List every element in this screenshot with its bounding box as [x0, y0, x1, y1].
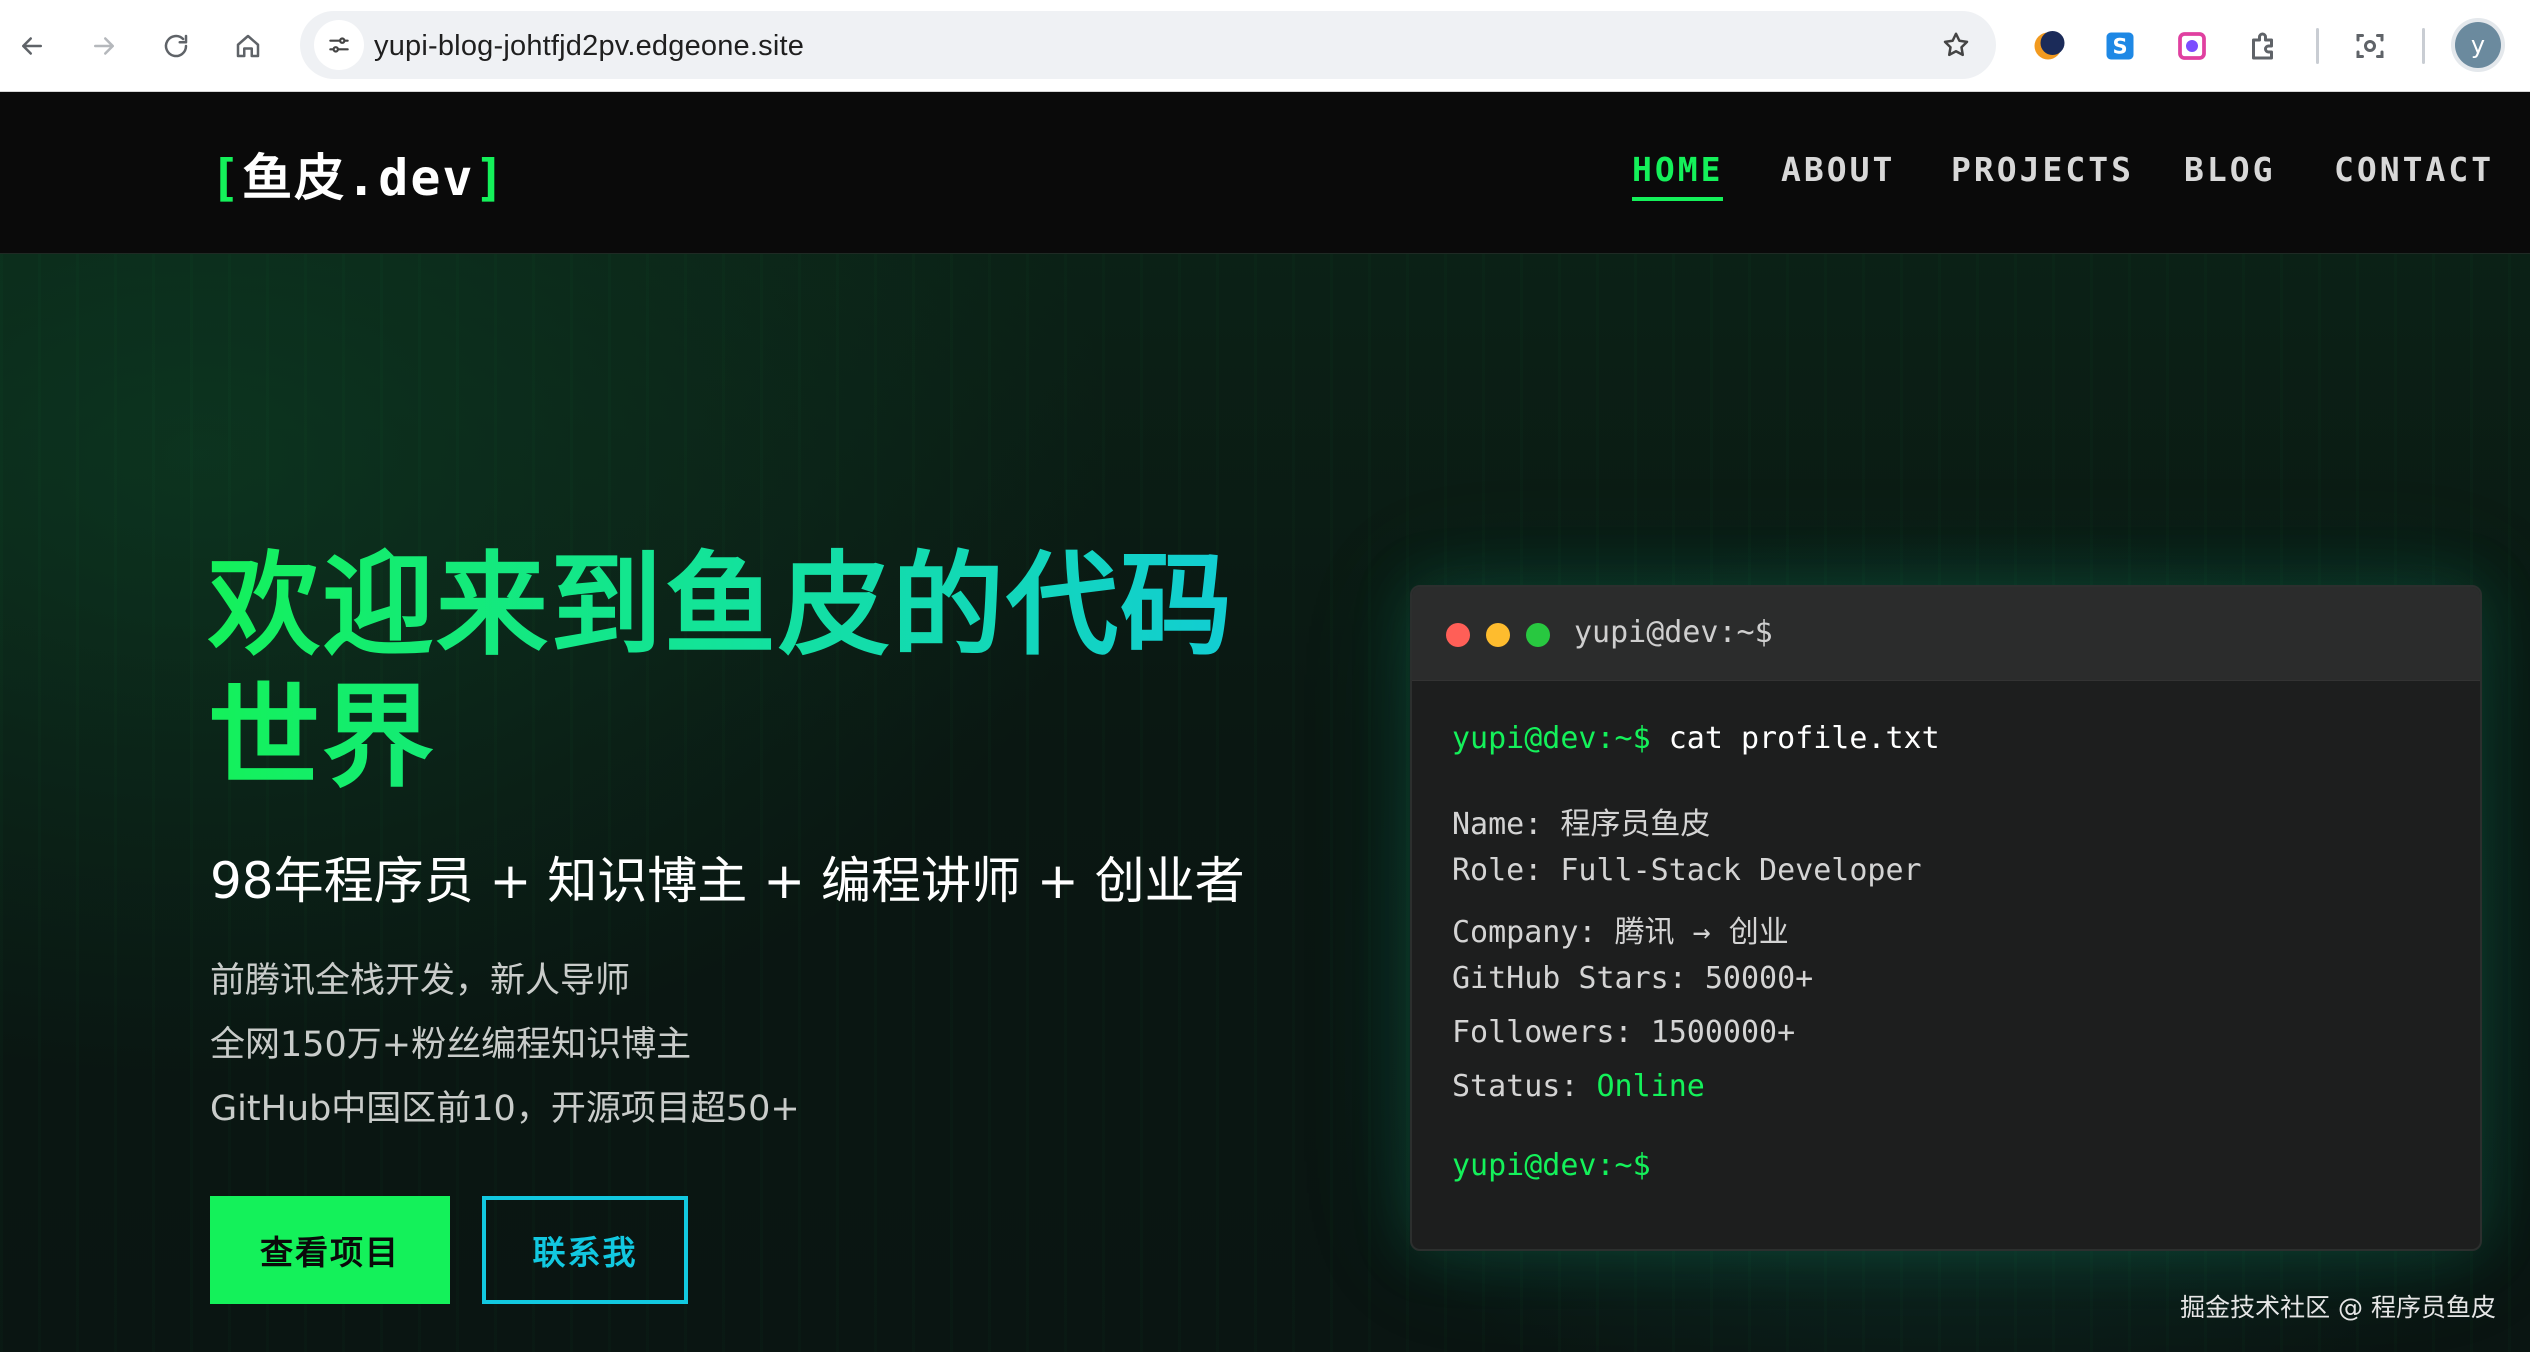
watermark: 掘金技术社区 @ 程序员鱼皮 [2180, 1293, 2496, 1322]
terminal-window: yupi@dev:~$ yupi@dev:~$ cat profile.txt … [1410, 585, 2482, 1251]
view-projects-button[interactable]: 查看项目 [210, 1196, 450, 1304]
extension-s-icon[interactable]: S [2096, 22, 2144, 70]
toolbar-divider [2316, 28, 2319, 64]
terminal-command-line: yupi@dev:~$ cat profile.txt [1452, 721, 1940, 756]
address-bar[interactable]: yupi-blog-johtfjd2pv.edgeone.site [300, 11, 1996, 79]
terminal-command: cat profile.txt [1668, 721, 1940, 756]
terminal-final-prompt: yupi@dev:~$ [1452, 1148, 1651, 1183]
browser-toolbar: yupi-blog-johtfjd2pv.edgeone.site S y [0, 0, 2530, 92]
row-key: Role: [1452, 853, 1543, 888]
site-header: [鱼皮.dev] HOME ABOUT PROJECTS BLOG CONTAC… [0, 92, 2530, 254]
minimize-dot-icon [1486, 623, 1510, 647]
terminal-output-row: GitHub Stars: 50000+ [1452, 961, 1813, 996]
row-key: Name: [1452, 807, 1543, 842]
home-icon[interactable] [222, 20, 274, 72]
url-text[interactable]: yupi-blog-johtfjd2pv.edgeone.site [374, 30, 804, 63]
extension-moon-icon[interactable] [2024, 22, 2072, 70]
row-value: 腾讯 → 创业 [1614, 915, 1789, 950]
bookmark-star-icon[interactable] [1936, 25, 1976, 65]
terminal-titlebar: yupi@dev:~$ [1412, 587, 2480, 681]
row-value: 50000+ [1704, 961, 1814, 996]
nav-home[interactable]: HOME [1632, 150, 1724, 201]
row-value: Full-Stack Developer [1560, 853, 1922, 888]
row-value: 程序员鱼皮 [1560, 807, 1711, 842]
terminal-output-row: Followers: 1500000+ [1452, 1015, 1795, 1050]
main-nav: HOME ABOUT PROJECTS BLOG CONTACT [0, 150, 2530, 201]
terminal-output-row: Status: Online [1452, 1069, 1705, 1104]
nav-about[interactable]: ABOUT [1781, 150, 1895, 189]
reload-icon[interactable] [150, 20, 202, 72]
row-key: Company: [1452, 915, 1597, 950]
hero-intro-line: 前腾讯全栈开发，新人导师 [210, 961, 631, 1001]
row-key: GitHub Stars: [1452, 961, 1687, 996]
toolbar-divider [2422, 28, 2425, 64]
svg-text:S: S [2112, 35, 2127, 59]
nav-projects[interactable]: PROJECTS [1951, 150, 2134, 189]
extensions-puzzle-icon[interactable] [2240, 22, 2288, 70]
hero-subtitle: 98年程序员 + 知识博主 + 编程讲师 + 创业者 [210, 852, 1245, 910]
row-key: Status: [1452, 1069, 1579, 1104]
hero-title: 欢迎来到鱼皮的代码 世界 [208, 540, 1348, 804]
row-key: Followers: [1452, 1015, 1633, 1050]
row-value: 1500000+ [1650, 1015, 1796, 1050]
back-arrow-icon[interactable] [6, 20, 58, 72]
forward-arrow-icon[interactable] [78, 20, 130, 72]
hero-intro-line: 全网150万+粉丝编程知识博主 [210, 1025, 692, 1065]
nav-contact[interactable]: CONTACT [2334, 150, 2494, 189]
nav-blog[interactable]: BLOG [2184, 150, 2275, 189]
contact-me-button[interactable]: 联系我 [482, 1196, 688, 1304]
hero-intro-line: GitHub中国区前10，开源项目超50+ [210, 1089, 800, 1129]
terminal-prompt: yupi@dev:~$ [1452, 721, 1651, 756]
hero-title-line2: 世界 [208, 673, 436, 803]
close-dot-icon [1446, 623, 1470, 647]
extension-color-icon[interactable] [2168, 22, 2216, 70]
maximize-dot-icon [1526, 623, 1550, 647]
hero-title-line1: 欢迎来到鱼皮的代码 [208, 541, 1234, 671]
terminal-output-row: Company: 腾讯 → 创业 [1452, 907, 1789, 951]
site-settings-icon[interactable] [314, 20, 364, 70]
hero-section: 欢迎来到鱼皮的代码 世界 98年程序员 + 知识博主 + 编程讲师 + 创业者 … [0, 254, 2530, 1352]
screenshot-icon[interactable] [2346, 22, 2394, 70]
status-online: Online [1596, 1069, 1705, 1104]
profile-avatar[interactable]: y [2455, 22, 2501, 68]
terminal-output-row: Role: Full-Stack Developer [1452, 853, 1922, 888]
terminal-title: yupi@dev:~$ [1574, 615, 1773, 650]
terminal-output-row: Name: 程序员鱼皮 [1452, 799, 1710, 843]
